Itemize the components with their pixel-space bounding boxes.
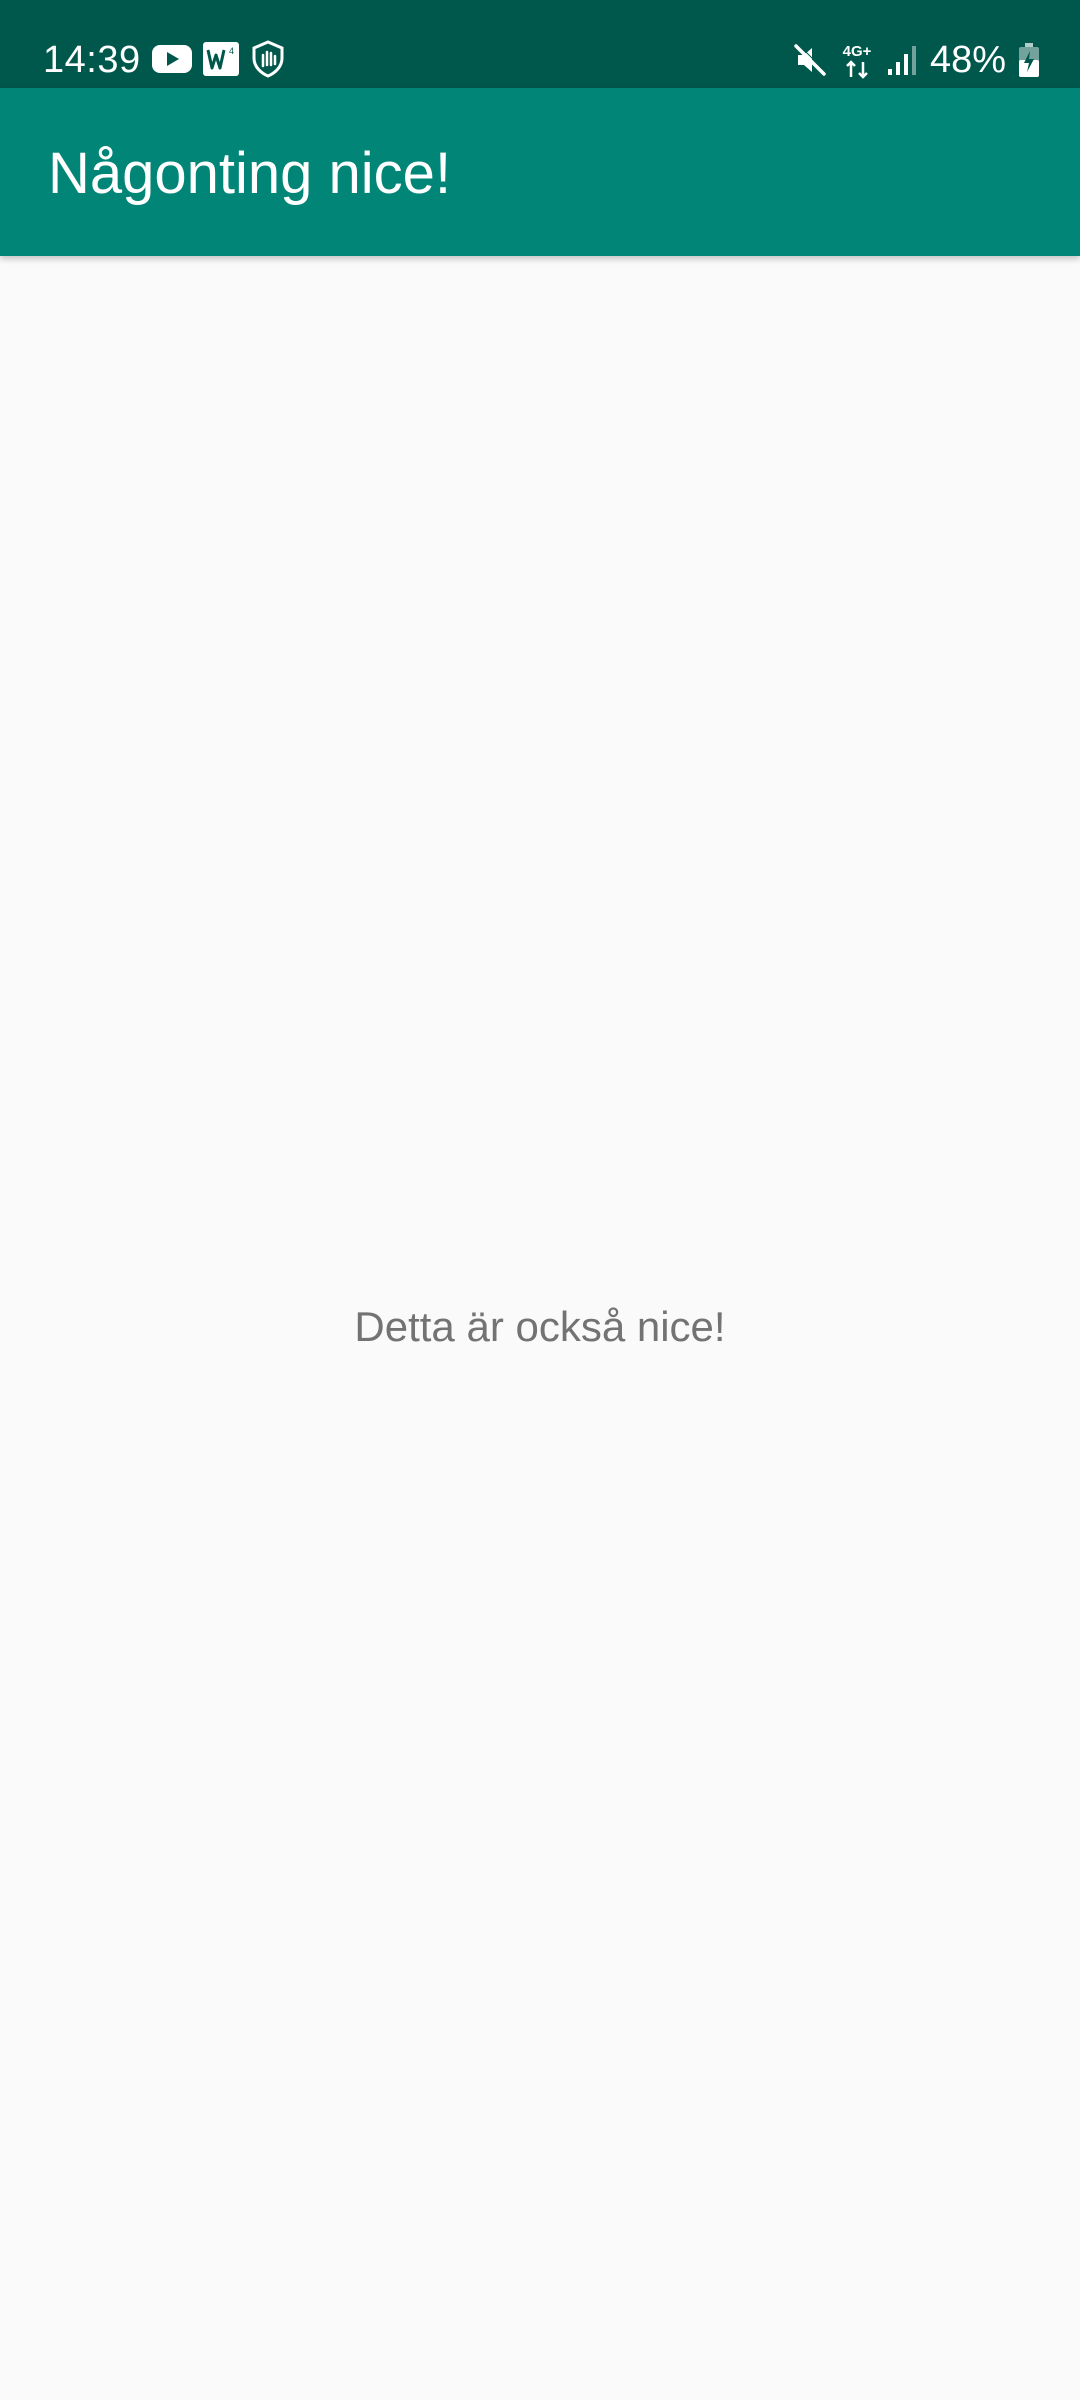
mute-icon xyxy=(792,42,828,78)
svg-text:4: 4 xyxy=(229,46,234,56)
status-right-icons: 4G+ 48% xyxy=(792,38,1040,82)
youtube-icon xyxy=(152,44,192,74)
app-bar: Någonting nice! xyxy=(0,88,1080,256)
battery-percent: 48% xyxy=(929,39,1006,81)
page-title: Någonting nice! xyxy=(48,141,452,206)
content-message: Detta är också nice! xyxy=(354,1303,726,1350)
network-4g-icon: 4G+ xyxy=(840,41,874,79)
battery-icon xyxy=(1018,42,1040,78)
shield-hand-icon xyxy=(250,40,286,78)
signal-icon xyxy=(886,43,918,77)
screen: 14:39 4 4G+ 48% Någonting nice! Detta är… xyxy=(0,0,1080,2400)
network-type-label: 4G+ xyxy=(843,43,872,60)
status-bar: 14:39 4 4G+ 48% xyxy=(0,0,1080,88)
main-content: Detta är också nice! xyxy=(0,256,1080,2400)
w-app-icon: 4 xyxy=(202,41,240,77)
status-left-icons: 4 xyxy=(152,40,286,78)
status-time: 14:39 xyxy=(43,39,141,81)
